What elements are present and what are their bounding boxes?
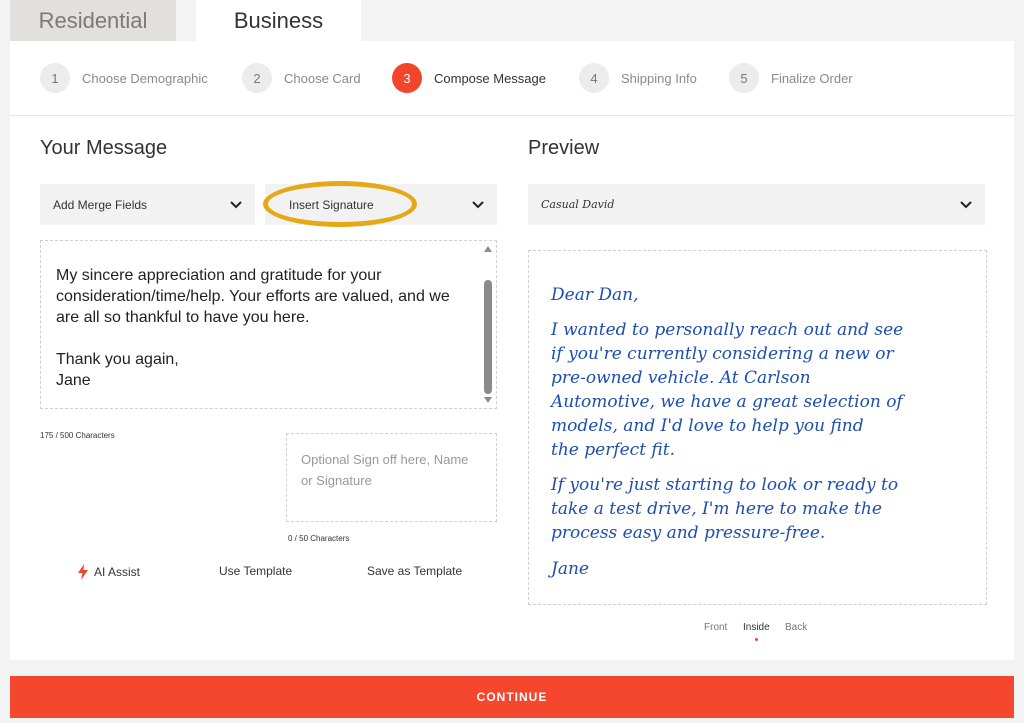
preview-paragraph-2: If you're just starting to look or ready… — [551, 475, 899, 543]
step-number: 4 — [579, 63, 609, 93]
scroll-thumb[interactable] — [484, 280, 492, 394]
chevron-down-icon — [229, 198, 243, 212]
use-template-label: Use Template — [219, 564, 293, 578]
preview-heading: Preview — [528, 137, 600, 159]
signoff-input[interactable]: Optional Sign off here, Name or Signatur… — [286, 433, 497, 522]
order-stepper: 1 Choose Demographic 2 Choose Card 3 Com… — [10, 41, 1014, 116]
view-inside[interactable]: Inside — [743, 622, 770, 633]
main-panel: 1 Choose Demographic 2 Choose Card 3 Com… — [10, 41, 1014, 660]
view-back[interactable]: Back — [785, 622, 807, 633]
step-label: Finalize Order — [771, 70, 853, 86]
scroll-down-icon[interactable] — [484, 397, 492, 403]
step-number: 2 — [242, 63, 272, 93]
step-compose-message[interactable]: 3 Compose Message — [392, 63, 546, 93]
continue-button[interactable]: CONTINUE — [10, 676, 1014, 718]
ai-assist-label: AI Assist — [94, 565, 141, 579]
use-template-button[interactable]: Use Template — [219, 564, 292, 578]
step-number: 3 — [392, 63, 422, 93]
message-textarea[interactable]: My sincere appreciation and gratitude fo… — [40, 240, 497, 409]
audience-tabs: Residential Business — [10, 0, 361, 41]
save-as-template-button[interactable]: Save as Template — [367, 564, 462, 578]
preview-paragraph-1: I wanted to personally reach out and see… — [551, 320, 904, 460]
step-finalize-order[interactable]: 5 Finalize Order — [729, 63, 853, 93]
signoff-placeholder: Optional Sign off here, Name or Signatur… — [301, 452, 469, 488]
chevron-down-icon — [471, 198, 485, 212]
save-as-template-label: Save as Template — [367, 564, 463, 578]
insert-signature-label: Insert Signature — [289, 197, 374, 212]
view-front[interactable]: Front — [704, 622, 727, 633]
tab-residential[interactable]: Residential — [10, 0, 176, 41]
step-shipping-info[interactable]: 4 Shipping Info — [579, 63, 697, 93]
ai-assist-button[interactable]: AI Assist — [78, 564, 140, 580]
signoff-char-count: 0 / 50 Characters — [288, 534, 350, 543]
preview-signature: Jane — [551, 559, 589, 579]
step-choose-card[interactable]: 2 Choose Card — [242, 63, 361, 93]
step-label: Compose Message — [434, 70, 546, 86]
preview-greeting: Dear Dan, — [551, 285, 639, 305]
step-label: Choose Demographic — [82, 70, 208, 86]
step-label: Choose Card — [284, 70, 361, 86]
chevron-down-icon — [959, 198, 973, 212]
handwriting-font-dropdown[interactable]: Casual David — [528, 184, 985, 225]
insert-signature-dropdown[interactable]: Insert Signature — [265, 184, 497, 225]
step-number: 5 — [729, 63, 759, 93]
step-label: Shipping Info — [621, 70, 697, 86]
merge-fields-label: Add Merge Fields — [53, 197, 148, 212]
message-scrollbar[interactable] — [481, 242, 495, 407]
message-text: My sincere appreciation and gratitude fo… — [56, 267, 450, 389]
font-selected-value: Casual David — [541, 198, 615, 211]
your-message-heading: Your Message — [40, 137, 168, 159]
merge-fields-dropdown[interactable]: Add Merge Fields — [40, 184, 255, 225]
active-view-indicator — [755, 638, 758, 641]
step-number: 1 — [40, 63, 70, 93]
scroll-up-icon[interactable] — [484, 246, 492, 252]
tab-business[interactable]: Business — [196, 0, 361, 41]
message-char-count: 175 / 500 Characters — [40, 431, 115, 440]
card-preview: Dear Dan, I wanted to personally reach o… — [528, 250, 987, 605]
lightning-icon — [78, 564, 88, 580]
step-choose-demographic[interactable]: 1 Choose Demographic — [40, 63, 208, 93]
